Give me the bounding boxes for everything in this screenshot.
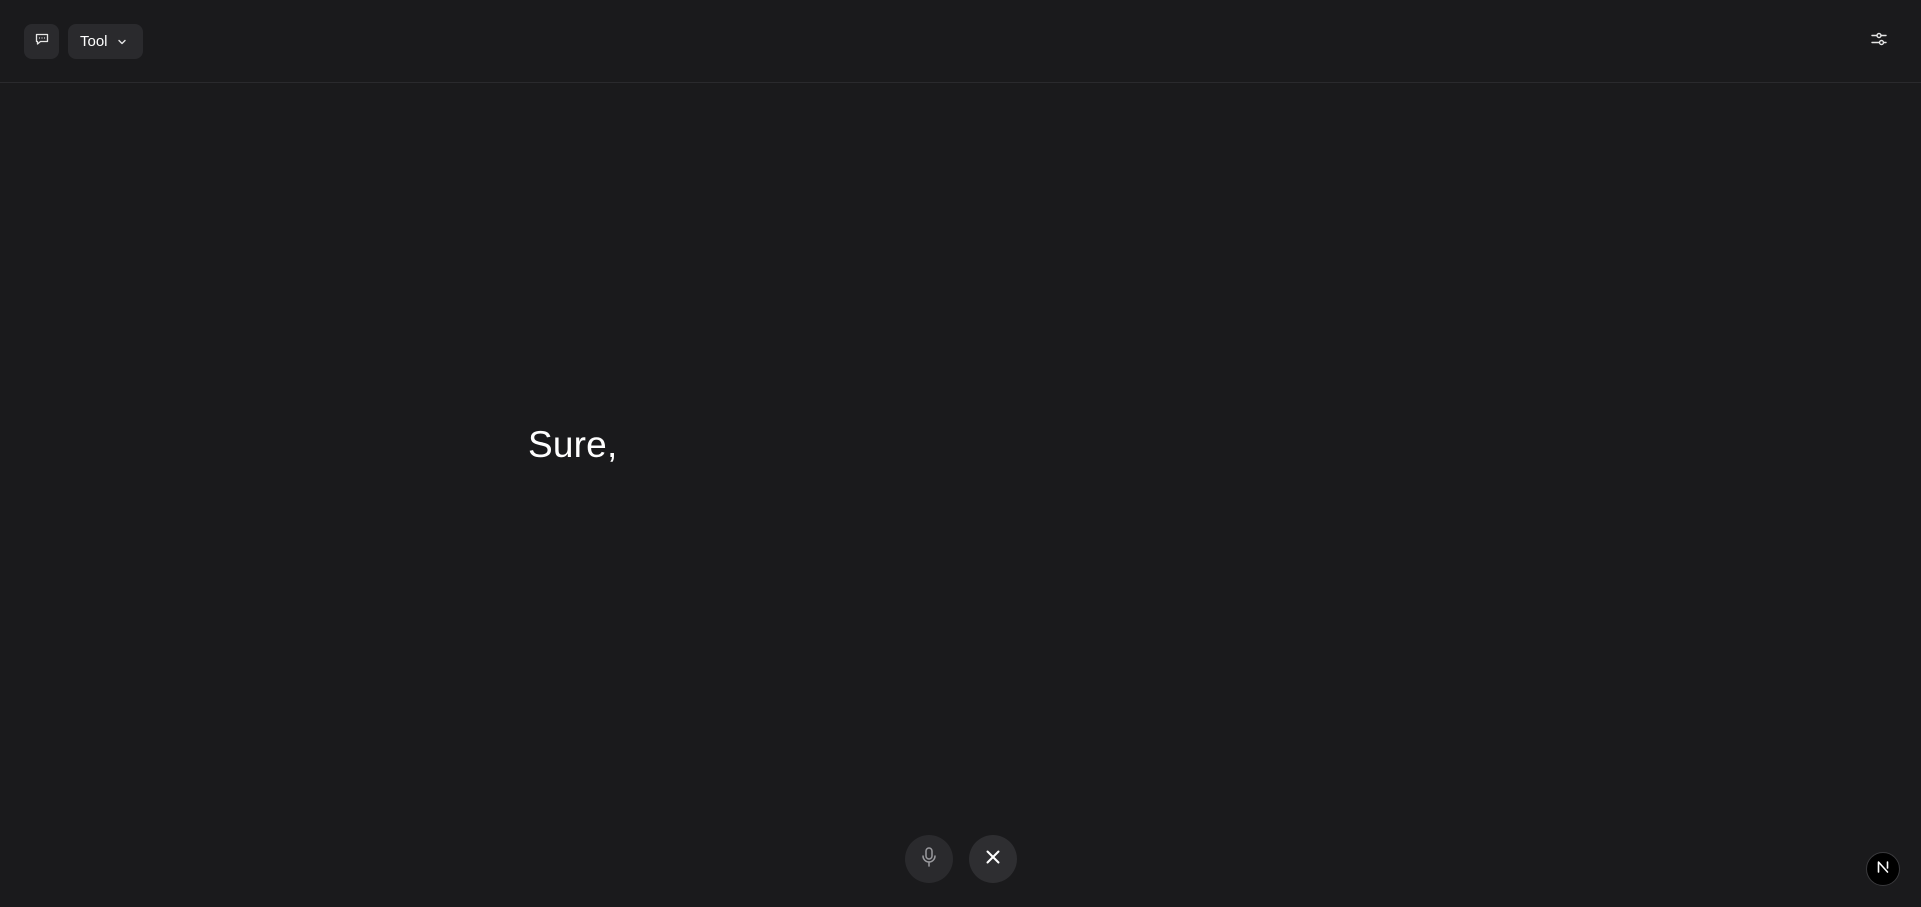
tool-dropdown[interactable]: Tool — [68, 24, 143, 59]
close-icon — [985, 849, 1001, 870]
chat-bubble-icon — [34, 31, 50, 52]
top-bar: Tool — [0, 0, 1921, 83]
microphone-icon — [919, 846, 939, 873]
n-logo-icon — [1875, 859, 1891, 880]
end-session-button[interactable] — [969, 835, 1017, 883]
settings-button[interactable] — [1866, 28, 1892, 54]
chevron-down-icon — [116, 36, 128, 48]
transcript-text: Sure, — [528, 424, 618, 465]
microphone-button[interactable] — [905, 835, 953, 883]
sliders-icon — [1870, 30, 1888, 53]
voice-app: Tool Sure, — [0, 0, 1921, 907]
tool-dropdown-label: Tool — [80, 33, 108, 50]
chat-toggle-button[interactable] — [24, 24, 59, 59]
brand-badge[interactable] — [1866, 852, 1900, 886]
